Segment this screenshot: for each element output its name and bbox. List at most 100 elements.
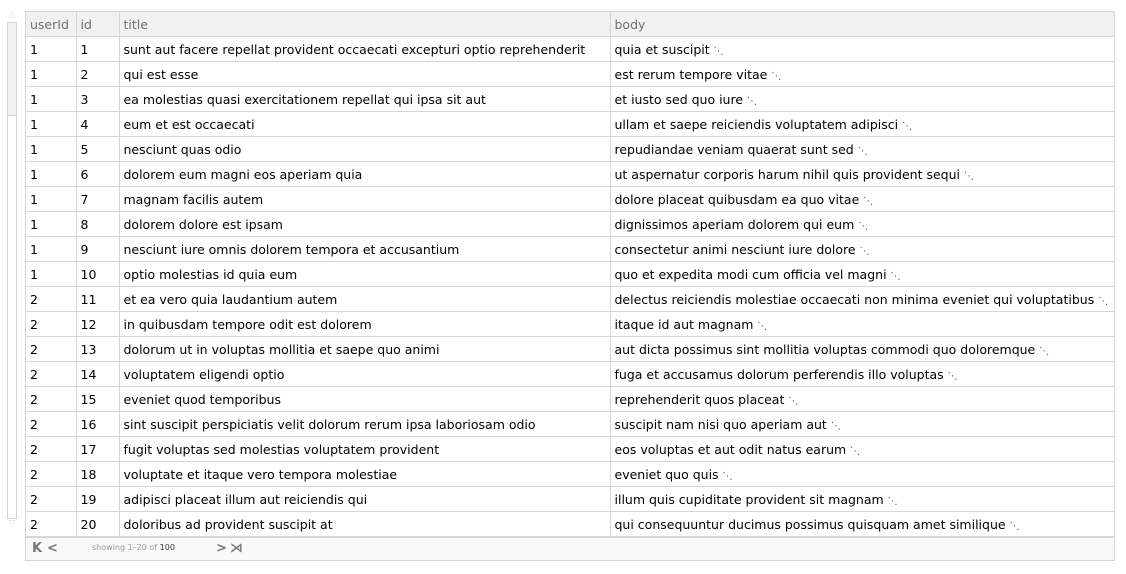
cell-id: 18 [75,461,120,487]
ellipsis-icon[interactable]: ⋱ [831,421,841,432]
cell-userid: 1 [26,136,77,162]
table-row[interactable]: 2 15 eveniet quod temporibus reprehenderit … [26,386,1114,412]
column-header-userid[interactable]: userId [26,12,77,37]
cell-title: fugit voluptas sed molestias voluptatem … [118,436,611,462]
cell-title: et ea vero quia laudantium autem [118,286,611,312]
first-page-icon[interactable]: K [32,541,42,556]
data-table: userId id title body 1 1 sunt aut facere r… [26,12,1114,537]
cell-title: eum et est occaecati [118,111,611,137]
ellipsis-icon[interactable]: ⋱ [858,221,868,232]
ellipsis-icon[interactable]: ⋱ [788,396,798,407]
cell-userid: 2 [26,486,77,512]
cell-body: illum quis cupiditate provident sit magn… [609,486,1114,512]
table-row[interactable]: 1 8 dolorem dolore est ipsam dignissimos ap… [26,211,1114,237]
last-page-icon[interactable]: ⋊ [230,541,243,556]
ellipsis-icon[interactable]: ⋱ [948,371,958,382]
cell-body: suscipit nam nisi quo aperiam aut ⋱ [609,411,1114,437]
ellipsis-icon[interactable]: ⋱ [902,121,912,132]
cell-body: qui consequuntur ducimus possimus quisqu… [609,511,1114,537]
previous-page-icon[interactable]: < [47,541,58,556]
table-row[interactable]: 1 6 dolorem eum magni eos aperiam quia ut a… [26,161,1114,187]
cell-id: 11 [75,286,120,312]
table-row[interactable]: 2 13 dolorum ut in voluptas mollitia et sa… [26,336,1114,362]
column-header-body[interactable]: body [609,12,1114,37]
table-row[interactable]: 1 2 qui est esse est rerum tempore vitae ⋱ [26,61,1114,87]
table-row[interactable]: 2 19 adipisci placeat illum aut reiciendis… [26,486,1114,512]
cell-userid: 1 [26,36,77,62]
table-row[interactable]: 1 5 nesciunt quas odio repudiandae veniam q… [26,136,1114,162]
body-text: dolore placeat quibusdam ea quo vitae [614,191,860,207]
body-text: ullam et saepe reiciendis voluptatem adi… [614,116,899,132]
ellipsis-icon[interactable]: ⋱ [863,196,873,207]
ellipsis-icon[interactable]: ⋱ [723,471,733,482]
table-row[interactable]: 2 17 fugit voluptas sed molestias voluptat… [26,436,1114,462]
cell-userid: 1 [26,161,77,187]
next-page-icon[interactable]: > [216,541,227,556]
table-row[interactable]: 2 11 et ea vero quia laudantium autem delec… [26,286,1114,312]
ellipsis-icon[interactable]: ⋱ [850,446,860,457]
table-row[interactable]: 2 14 voluptatem eligendi optio fuga et accu… [26,361,1114,387]
body-text: quia et suscipit [614,41,710,57]
cell-userid: 2 [26,461,77,487]
ellipsis-icon[interactable]: ⋱ [1098,296,1108,307]
scroll-down-icon[interactable]: ▽ [7,519,17,529]
table-row[interactable]: 1 1 sunt aut facere repellat provident occ… [26,36,1114,62]
ellipsis-icon[interactable]: ⋱ [858,146,868,157]
cell-id: 13 [75,336,120,362]
table-row[interactable]: 2 20 doloribus ad provident suscipit at qui… [26,511,1114,537]
scroll-thumb[interactable] [8,23,16,116]
total-count: 100 [159,543,175,552]
cell-id: 20 [75,511,120,537]
cell-body: et iusto sed quo iure ⋱ [609,86,1114,112]
ellipsis-icon[interactable]: ⋱ [1039,346,1049,357]
table-row[interactable]: 1 7 magnam facilis autem dolore placeat qui… [26,186,1114,212]
scroll-up-icon[interactable]: △ [7,10,17,20]
ellipsis-icon[interactable]: ⋱ [860,246,870,257]
table-row[interactable]: 1 10 optio molestias id quia eum quo et exp… [26,261,1114,287]
table-body: 1 1 sunt aut facere repellat provident occ… [26,36,1114,537]
ellipsis-icon[interactable]: ⋱ [771,71,781,82]
body-text: dignissimos aperiam dolorem qui eum [614,216,855,232]
cell-body: delectus reiciendis molestiae occaecati … [609,286,1114,312]
table-row[interactable]: 2 12 in quibusdam tempore odit est dolorem… [26,311,1114,337]
cell-id: 2 [75,61,120,87]
table-row[interactable]: 2 16 sint suscipit perspiciatis velit dolo… [26,411,1114,437]
ellipsis-icon[interactable]: ⋱ [1010,521,1020,532]
cell-userid: 1 [26,261,77,287]
cell-userid: 1 [26,236,77,262]
column-header-id[interactable]: id [75,12,120,37]
cell-body: dolore placeat quibusdam ea quo vitae ⋱ [609,186,1114,212]
table-row[interactable]: 2 18 voluptate et itaque vero tempora mole… [26,461,1114,487]
table-row[interactable]: 1 4 eum et est occaecati ullam et saepe rei… [26,111,1114,137]
cell-title: in quibusdam tempore odit est dolorem [118,311,611,337]
cell-userid: 1 [26,186,77,212]
cell-body: quo et expedita modi cum officia vel mag… [609,261,1114,287]
table-row[interactable]: 1 3 ea molestias quasi exercitationem repe… [26,86,1114,112]
cell-body: eos voluptas et aut odit natus earum ⋱ [609,436,1114,462]
scroll-track[interactable] [7,22,17,519]
body-text: repudiandae veniam quaerat sunt sed [614,141,854,157]
cell-userid: 2 [26,361,77,387]
body-text: suscipit nam nisi quo aperiam aut [614,416,827,432]
vertical-scrollbar[interactable]: △ ▽ [7,10,17,529]
ellipsis-icon[interactable]: ⋱ [888,496,898,507]
body-text: quo et expedita modi cum officia vel mag… [614,266,887,282]
ellipsis-icon[interactable]: ⋱ [964,171,974,182]
cell-title: sint suscipit perspiciatis velit dolorum… [118,411,611,437]
ellipsis-icon[interactable]: ⋱ [891,271,901,282]
cell-id: 4 [75,111,120,137]
cell-title: doloribus ad provident suscipit at [118,511,611,537]
ellipsis-icon[interactable]: ⋱ [714,46,724,57]
ellipsis-icon[interactable]: ⋱ [747,96,757,107]
cell-id: 16 [75,411,120,437]
table-row[interactable]: 1 9 nesciunt iure omnis dolorem tempora et… [26,236,1114,262]
ellipsis-icon[interactable]: ⋱ [757,321,767,332]
body-text: consectetur animi nesciunt iure dolore [614,241,856,257]
cell-title: dolorum ut in voluptas mollitia et saepe… [118,336,611,362]
column-header-title[interactable]: title [118,12,611,37]
cell-userid: 2 [26,311,77,337]
cell-id: 5 [75,136,120,162]
cell-body: consectetur animi nesciunt iure dolore ⋱ [609,236,1114,262]
cell-userid: 1 [26,86,77,112]
cell-id: 3 [75,86,120,112]
